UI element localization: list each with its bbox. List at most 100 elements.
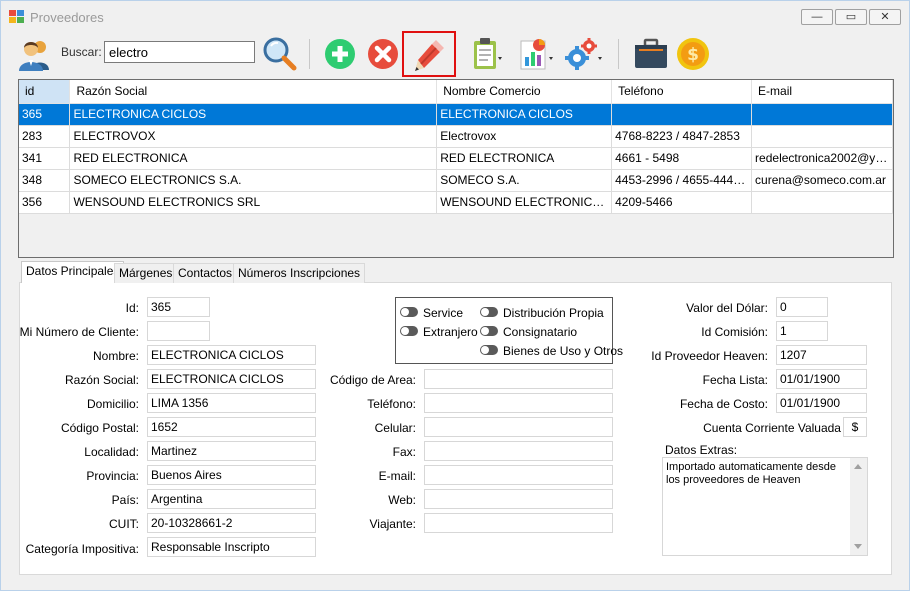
datos-extras-scrollbar[interactable] — [850, 458, 867, 555]
cell-telefono: 4209-5466 — [611, 191, 753, 214]
datos-extras-textarea[interactable]: Importado automaticamente desde los prov… — [662, 457, 868, 556]
codigo-area-field[interactable] — [424, 369, 613, 389]
cell-id: 341 — [19, 147, 71, 170]
report-chart-icon[interactable] — [519, 37, 555, 71]
service-toggle[interactable] — [400, 307, 418, 317]
title-bar: Proveedores — ▭ ✕ — [1, 1, 909, 31]
extranjero-toggle[interactable] — [400, 326, 418, 336]
consignatario-toggle[interactable] — [480, 326, 498, 336]
tab-contactos[interactable]: Contactos — [173, 263, 238, 283]
toolbar: Buscar: electro $ — [11, 31, 901, 77]
categoria-impositiva-label: Categoría Impositiva: — [25, 542, 139, 556]
column-header-id[interactable]: id — [19, 80, 71, 104]
localidad-label: Localidad: — [84, 445, 139, 459]
column-header-telefono[interactable]: Teléfono — [611, 80, 753, 104]
toolbar-separator — [618, 39, 619, 69]
celular-field[interactable] — [424, 417, 613, 437]
settings-gear-icon[interactable] — [563, 37, 603, 71]
table-header-row: id Razón Social Nombre Comercio Teléfono… — [19, 80, 893, 104]
web-field[interactable] — [424, 489, 613, 509]
minimize-button[interactable]: — — [801, 9, 833, 25]
money-coin-icon[interactable]: $ — [676, 37, 710, 71]
nombre-field[interactable]: ELECTRONICA CICLOS — [147, 345, 316, 365]
tab-numeros-inscripciones[interactable]: Números Inscripciones — [233, 263, 366, 283]
cell-telefono: 4453-2996 / 4655-4444 ... — [611, 169, 753, 192]
clipboard-icon[interactable] — [472, 37, 502, 71]
cell-email: redelectronica2002@yah... — [751, 147, 893, 170]
table-row[interactable]: 341 RED ELECTRONICA RED ELECTRONICA 4661… — [19, 147, 893, 170]
scroll-down-icon[interactable] — [854, 544, 862, 549]
cell-id: 365 — [19, 103, 71, 126]
id-proveedor-heaven-field[interactable]: 1207 — [776, 345, 867, 365]
fax-field[interactable] — [424, 441, 613, 461]
cuenta-corriente-currency[interactable]: $ — [843, 417, 867, 437]
nombre-label: Nombre: — [92, 349, 139, 363]
razon-social-label: Razón Social: — [64, 373, 139, 387]
tab-datos-principales[interactable]: Datos Principales — [21, 261, 125, 283]
domicilio-field[interactable]: LIMA 1356 — [147, 393, 316, 413]
scroll-up-icon[interactable] — [854, 464, 862, 469]
edit-button[interactable] — [402, 31, 456, 77]
cell-email — [751, 103, 893, 126]
delete-button[interactable] — [367, 38, 399, 70]
id-field[interactable]: 365 — [147, 297, 210, 317]
add-button[interactable] — [324, 38, 356, 70]
close-button[interactable]: ✕ — [869, 9, 901, 25]
toolbar-separator — [309, 39, 310, 69]
cell-id: 348 — [19, 169, 71, 192]
cell-email — [751, 191, 893, 214]
fecha-costo-label: Fecha de Costo: — [679, 397, 768, 411]
minimize-icon: — — [811, 11, 823, 23]
razon-social-field[interactable]: ELECTRONICA CICLOS — [147, 369, 316, 389]
proveedores-window: Proveedores — ▭ ✕ Buscar: electro $ id R… — [0, 0, 910, 591]
localidad-field[interactable]: Martinez — [147, 441, 316, 461]
mi-numero-cliente-field[interactable] — [147, 321, 210, 341]
provincia-label: Provincia: — [86, 469, 139, 483]
provincia-field[interactable]: Buenos Aires — [147, 465, 316, 485]
cuenta-corriente-label: Cuenta Corriente Valuada en: — [703, 421, 861, 435]
providers-table: id Razón Social Nombre Comercio Teléfono… — [19, 80, 893, 214]
bienes-de-uso-toggle[interactable] — [480, 345, 498, 355]
codigo-postal-field[interactable]: 1652 — [147, 417, 316, 437]
cell-nombre-comercio: ELECTRONICA CICLOS — [436, 103, 613, 126]
search-icon[interactable] — [262, 36, 298, 72]
briefcase-icon[interactable] — [633, 37, 669, 71]
mi-numero-cliente-label: Mi Número de Cliente: — [19, 325, 139, 339]
table-row[interactable]: 283 ELECTROVOX Electrovox 4768-8223 / 48… — [19, 125, 893, 148]
viajante-field[interactable] — [424, 513, 613, 533]
app-icon — [9, 10, 25, 24]
maximize-icon: ▭ — [845, 11, 857, 23]
table-row[interactable]: 365 ELECTRONICA CICLOS ELECTRONICA CICLO… — [19, 103, 893, 126]
cell-id: 283 — [19, 125, 71, 148]
cuit-label: CUIT: — [109, 517, 139, 531]
column-header-razon-social[interactable]: Razón Social — [69, 80, 438, 104]
tab-margenes[interactable]: Márgenes — [114, 263, 178, 283]
maximize-button[interactable]: ▭ — [835, 9, 867, 25]
table-row[interactable]: 356 WENSOUND ELECTRONICS SRL WENSOUND EL… — [19, 191, 893, 214]
valor-dolar-field[interactable]: 0 — [776, 297, 828, 317]
cell-telefono: 4661 - 5498 — [611, 147, 753, 170]
pais-label: País: — [111, 493, 139, 507]
cell-nombre-comercio: WENSOUND ELECTRONICS SRL — [436, 191, 613, 214]
users-icon — [19, 41, 49, 71]
fecha-lista-field[interactable]: 01/01/1900 — [776, 369, 867, 389]
distribucion-propia-toggle[interactable] — [480, 307, 498, 317]
search-input[interactable] — [104, 41, 255, 63]
codigo-postal-label: Código Postal: — [60, 421, 139, 435]
categoria-impositiva-field[interactable]: Responsable Inscripto — [147, 537, 316, 557]
cuit-field[interactable]: 20-10328661-2 — [147, 513, 316, 533]
fecha-costo-field[interactable]: 01/01/1900 — [776, 393, 867, 413]
telefono-field[interactable] — [424, 393, 613, 413]
id-comision-field[interactable]: 1 — [776, 321, 828, 341]
svg-text:$: $ — [687, 45, 699, 65]
search-label: Buscar: — [61, 45, 102, 59]
email-field[interactable] — [424, 465, 613, 485]
pais-field[interactable]: Argentina — [147, 489, 316, 509]
cell-razon-social: WENSOUND ELECTRONICS SRL — [69, 191, 438, 214]
table-row[interactable]: 348 SOMECO ELECTRONICS S.A. SOMECO S.A. … — [19, 169, 893, 192]
column-header-email[interactable]: E-mail — [751, 80, 893, 104]
column-header-nombre-comercio[interactable]: Nombre Comercio — [436, 80, 613, 104]
viajante-label: Viajante: — [369, 517, 416, 531]
id-proveedor-heaven-label: Id Proveedor Heaven: — [651, 349, 768, 363]
providers-grid[interactable]: id Razón Social Nombre Comercio Teléfono… — [18, 79, 894, 258]
